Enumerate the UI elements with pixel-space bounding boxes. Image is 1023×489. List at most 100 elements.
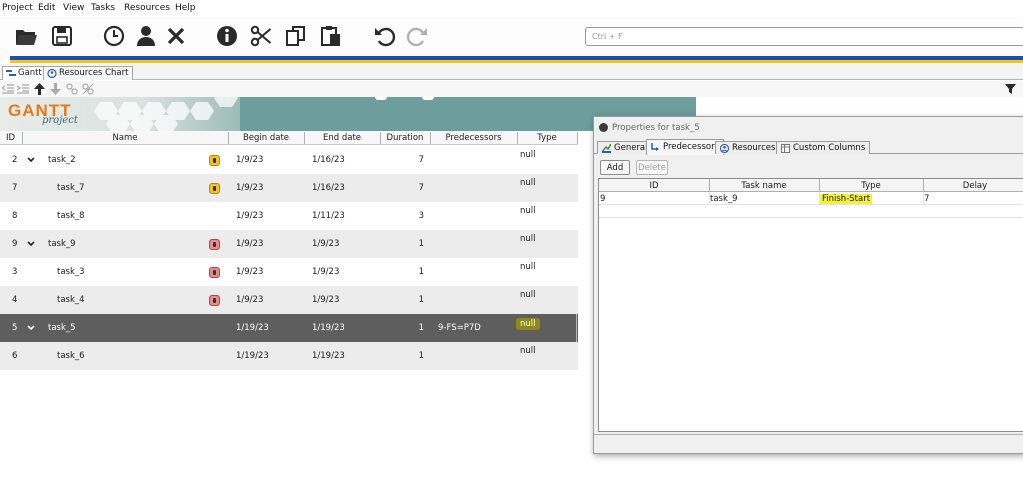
task-duration[interactable]: 1 — [380, 351, 424, 361]
task-name[interactable]: task_7 — [57, 183, 85, 193]
table-row[interactable]: 5 task_5 1/19/23 1/19/23 1 9-FS=P7D null — [0, 314, 578, 342]
task-id[interactable]: 7 — [12, 183, 17, 193]
tab-gantt[interactable]: Gantt — [2, 66, 47, 80]
task-end-date[interactable]: 1/9/23 — [312, 267, 339, 277]
table-row[interactable]: 4 task_4 1/9/23 1/9/23 1 null — [0, 286, 578, 314]
task-id[interactable]: 8 — [12, 211, 17, 221]
task-name[interactable]: task_6 — [57, 351, 85, 361]
task-id[interactable]: 5 — [12, 323, 17, 333]
column-header-id[interactable]: ID — [6, 133, 15, 143]
menu-resources[interactable]: Resources — [124, 3, 170, 13]
task-end-date[interactable]: 1/9/23 — [312, 295, 339, 305]
task-duration[interactable]: 1 — [380, 267, 424, 277]
task-end-date[interactable]: 1/16/23 — [312, 155, 345, 165]
table-row[interactable]: 8 task_8 1/9/23 1/11/23 3 null — [0, 202, 578, 230]
task-begin-date[interactable]: 1/9/23 — [236, 211, 263, 221]
task-end-date[interactable]: 1/19/23 — [312, 351, 345, 361]
task-duration[interactable]: 3 — [380, 211, 424, 221]
menu-tasks[interactable]: Tasks — [91, 3, 115, 13]
menu-view[interactable]: View — [63, 3, 84, 13]
task-name[interactable]: task_2 — [48, 155, 76, 165]
task-name[interactable]: task_3 — [57, 267, 85, 277]
predecessor-type[interactable]: Finish-Start — [820, 194, 873, 204]
task-type[interactable]: null — [516, 318, 540, 330]
task-type[interactable]: null — [520, 234, 536, 244]
tab-predecessors[interactable]: Predecessors — [646, 139, 725, 155]
chevron-down-icon[interactable] — [27, 324, 35, 332]
task-end-date[interactable]: 1/19/23 — [312, 323, 345, 333]
undo-icon[interactable] — [372, 24, 396, 48]
empty-row[interactable] — [599, 205, 1023, 218]
tab-general[interactable]: General — [597, 141, 653, 154]
close-icon[interactable] — [164, 24, 188, 48]
unlink-icon[interactable] — [82, 83, 94, 95]
indent-icon[interactable] — [17, 84, 29, 94]
redo-icon[interactable] — [406, 24, 430, 48]
task-begin-date[interactable]: 1/9/23 — [236, 295, 263, 305]
info-icon[interactable] — [215, 24, 239, 48]
search-input[interactable]: Ctrl + F — [585, 27, 1023, 46]
outdent-icon[interactable] — [2, 84, 14, 94]
task-begin-date[interactable]: 1/9/23 — [236, 155, 263, 165]
paste-icon[interactable] — [319, 24, 343, 48]
column-header-id[interactable]: ID — [599, 181, 709, 191]
scissors-icon[interactable] — [249, 24, 273, 48]
person-icon[interactable] — [134, 24, 158, 48]
predecessor-delay[interactable]: 7 — [924, 194, 929, 204]
add-button[interactable]: Add — [600, 160, 630, 175]
task-begin-date[interactable]: 1/9/23 — [236, 267, 263, 277]
tab-resources[interactable]: Resources — [715, 141, 781, 154]
tab-resources-chart[interactable]: Resources Chart — [43, 66, 134, 80]
task-id[interactable]: 4 — [12, 295, 17, 305]
delete-button[interactable]: Delete — [636, 160, 668, 175]
filter-icon[interactable] — [1005, 84, 1016, 94]
dialog-title-bar[interactable]: Properties for task_5 — [594, 117, 1023, 139]
task-type[interactable]: null — [520, 150, 536, 160]
task-duration[interactable]: 7 — [380, 183, 424, 193]
table-row[interactable]: 9 task_9 1/9/23 1/9/23 1 null — [0, 230, 578, 258]
task-begin-date[interactable]: 1/19/23 — [236, 351, 269, 361]
task-name[interactable]: task_5 — [48, 323, 76, 333]
move-up-icon[interactable] — [34, 83, 45, 95]
task-type[interactable]: null — [520, 346, 536, 356]
task-begin-date[interactable]: 1/9/23 — [236, 183, 263, 193]
task-name[interactable]: task_9 — [48, 239, 76, 249]
table-row[interactable]: 6 task_6 1/19/23 1/19/23 1 null — [0, 342, 578, 370]
task-end-date[interactable]: 1/11/23 — [312, 211, 345, 221]
task-type[interactable]: null — [520, 178, 536, 188]
task-begin-date[interactable]: 1/19/23 — [236, 323, 269, 333]
column-header-delay[interactable]: Delay — [923, 181, 1023, 191]
move-down-icon[interactable] — [50, 83, 61, 95]
task-type[interactable]: null — [520, 290, 536, 300]
predecessor-id[interactable]: 9 — [600, 194, 605, 204]
table-row[interactable]: 3 task_3 1/9/23 1/9/23 1 null — [0, 258, 578, 286]
link-icon[interactable] — [66, 83, 78, 95]
copy-icon[interactable] — [284, 24, 308, 48]
column-header-begin-date[interactable]: Begin date — [228, 133, 304, 143]
menu-edit[interactable]: Edit — [38, 3, 55, 13]
task-duration[interactable]: 1 — [380, 239, 424, 249]
column-header-predecessors[interactable]: Predecessors — [430, 133, 517, 143]
task-name[interactable]: task_8 — [57, 211, 85, 221]
column-header-end-date[interactable]: End date — [304, 133, 380, 143]
column-header-type[interactable]: Type — [819, 181, 923, 191]
menu-help[interactable]: Help — [175, 3, 196, 13]
column-header-task-name[interactable]: Task name — [709, 181, 819, 191]
task-duration[interactable]: 1 — [380, 323, 424, 333]
task-predecessors[interactable]: 9-FS=P7D — [438, 323, 481, 333]
task-end-date[interactable]: 1/9/23 — [312, 239, 339, 249]
task-duration[interactable]: 1 — [380, 295, 424, 305]
task-begin-date[interactable]: 1/9/23 — [236, 239, 263, 249]
column-header-duration[interactable]: Duration — [380, 133, 430, 143]
task-duration[interactable]: 7 — [380, 155, 424, 165]
task-id[interactable]: 9 — [12, 239, 17, 249]
predecessor-task-name[interactable]: task_9 — [710, 194, 738, 204]
open-folder-icon[interactable] — [14, 24, 38, 48]
task-id[interactable]: 3 — [12, 267, 17, 277]
table-row[interactable]: 7 task_7 1/9/23 1/16/23 7 null — [0, 174, 578, 202]
table-row[interactable]: 2 task_2 1/9/23 1/16/23 7 null — [0, 146, 578, 174]
menu-project[interactable]: Project — [2, 3, 33, 13]
column-header-name[interactable]: Name — [22, 133, 228, 143]
task-name[interactable]: task_4 — [57, 295, 85, 305]
save-icon[interactable] — [50, 24, 74, 48]
